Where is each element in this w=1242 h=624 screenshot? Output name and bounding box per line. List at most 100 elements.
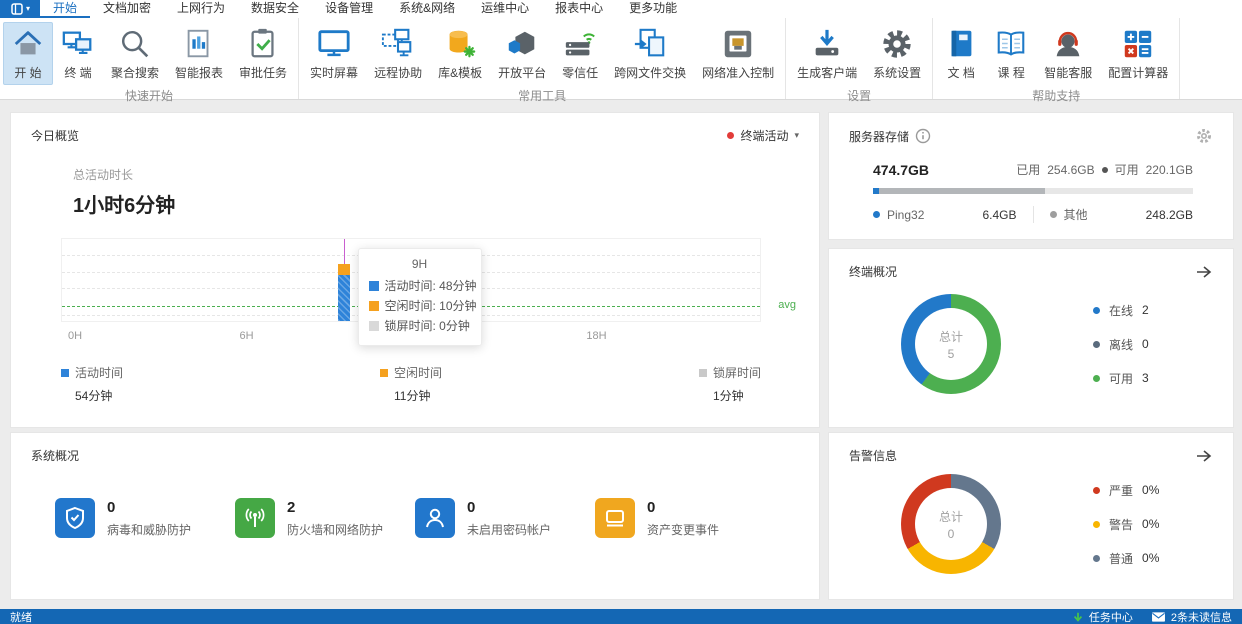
terminal-legend-available: 可用 3 bbox=[1093, 370, 1149, 387]
stat-firewall-network-value: 2 bbox=[287, 499, 383, 516]
ribbon-realtime-screen-button[interactable]: 实时屏幕 bbox=[302, 22, 366, 85]
stat-password-accounts[interactable]: 0 未启用密码帐户 bbox=[415, 498, 595, 538]
tooltip-title: 9H bbox=[369, 257, 471, 271]
ribbon-library-template-button[interactable]: 库&模板 bbox=[430, 22, 490, 85]
ping32-dot-icon bbox=[873, 211, 880, 218]
right-column: 服务器存储 474.7GB 已用 254.6GB 可用 bbox=[828, 112, 1234, 600]
locked-time-swatch bbox=[369, 321, 379, 331]
alerts-legend-critical: 严重 0% bbox=[1093, 482, 1159, 499]
alerts-donut-center: 总计 0 bbox=[915, 488, 987, 560]
approval-icon bbox=[246, 27, 280, 61]
stat-asset-change-label: 资产变更事件 bbox=[647, 521, 719, 538]
terminal-activity-dropdown-label: 终端活动 bbox=[740, 127, 788, 144]
terminal-legend: 在线 2 离线 0 可用 3 bbox=[1093, 302, 1149, 387]
arrow-right-icon[interactable] bbox=[1195, 265, 1213, 279]
ribbon-docs-button[interactable]: 文 档 bbox=[936, 22, 986, 85]
ribbon-calculator-label: 配置计算器 bbox=[1108, 64, 1168, 81]
storage-segment-other-used bbox=[879, 188, 1044, 194]
storage-segment-free bbox=[1045, 188, 1194, 194]
menu-item-system-network[interactable]: 系统&网络 bbox=[386, 0, 468, 18]
menu-item-ops-center[interactable]: 运维中心 bbox=[468, 0, 542, 18]
storage-item-ping32-value: 6.4GB bbox=[982, 208, 1016, 222]
docs-icon bbox=[944, 27, 978, 61]
storage-item-ping32: Ping32 6.4GB bbox=[873, 206, 1017, 223]
warning-dot-icon bbox=[1093, 521, 1100, 528]
stat-firewall-network[interactable]: 2 防火墙和网络防护 bbox=[235, 498, 415, 538]
task-center-button[interactable]: 任务中心 bbox=[1072, 609, 1133, 624]
legend-toggle-locked[interactable]: 锁屏时间 bbox=[699, 364, 761, 381]
ribbon-approval-tasks-button[interactable]: 审批任务 bbox=[231, 22, 295, 85]
ribbon-calculator-button[interactable]: 配置计算器 bbox=[1100, 22, 1176, 85]
ribbon-support-button[interactable]: 智能客服 bbox=[1036, 22, 1100, 85]
stat-virus-threat[interactable]: 0 病毒和威胁防护 bbox=[55, 498, 235, 538]
online-dot-icon bbox=[1093, 307, 1100, 314]
ribbon-terminal-button[interactable]: 终 端 bbox=[53, 22, 103, 85]
tooltip-row-active-text: 活动时间: 48分钟 bbox=[385, 276, 477, 296]
storage-breakdown: Ping32 6.4GB 其他 248.2GB bbox=[873, 206, 1193, 223]
storage-total: 474.7GB bbox=[873, 162, 929, 178]
stat-asset-change[interactable]: 0 资产变更事件 bbox=[595, 498, 775, 538]
stat-asset-change-value: 0 bbox=[647, 499, 719, 516]
generate-client-icon bbox=[810, 27, 844, 61]
storage-progress-bar bbox=[873, 188, 1193, 194]
calculator-icon bbox=[1121, 27, 1155, 61]
gear-icon[interactable] bbox=[1195, 127, 1213, 145]
ribbon-generate-client-button[interactable]: 生成客户端 bbox=[789, 22, 865, 85]
terminal-available-label: 可用 bbox=[1109, 370, 1133, 387]
red-dot-icon bbox=[727, 132, 734, 139]
ribbon-generate-client-label: 生成客户端 bbox=[797, 64, 857, 81]
arrow-right-icon[interactable] bbox=[1195, 449, 1213, 463]
ribbon-smart-report-button[interactable]: 智能报表 bbox=[167, 22, 231, 85]
terminal-legend-offline: 离线 0 bbox=[1093, 336, 1149, 353]
app-logo-button[interactable]: ▾ bbox=[0, 0, 40, 18]
menu-item-doc-encryption[interactable]: 文档加密 bbox=[90, 0, 164, 18]
ribbon-system-settings-button[interactable]: 系统设置 bbox=[865, 22, 929, 85]
alerts-total-value: 0 bbox=[948, 527, 955, 541]
ribbon-network-access-button[interactable]: 网络准入控制 bbox=[694, 22, 782, 85]
asset-icon bbox=[595, 498, 635, 538]
critical-dot-icon bbox=[1093, 487, 1100, 494]
terminal-overview-title: 终端概况 bbox=[849, 263, 897, 280]
ribbon-zero-trust-button[interactable]: 零信任 bbox=[554, 22, 606, 85]
chart-tooltip: 9H 活动时间: 48分钟 空闲时间: 10分钟 锁屏时间: 0分钟 bbox=[358, 248, 482, 346]
ribbon-remote-assist-button[interactable]: 远程协助 bbox=[366, 22, 430, 85]
legend-toggle-idle[interactable]: 空闲时间 bbox=[380, 364, 442, 381]
ribbon-start-button[interactable]: 开 始 bbox=[3, 22, 53, 85]
menu-item-data-security[interactable]: 数据安全 bbox=[238, 0, 312, 18]
normal-dot-icon bbox=[1093, 555, 1100, 562]
idle-time-segment bbox=[338, 264, 350, 275]
terminal-legend-online: 在线 2 bbox=[1093, 302, 1149, 319]
alerts-legend-normal: 普通 0% bbox=[1093, 550, 1159, 567]
terminal-activity-dropdown[interactable]: 终端活动 ▾ bbox=[727, 127, 799, 144]
logo-caret-icon: ▾ bbox=[26, 5, 30, 13]
stat-firewall-network-label: 防火墙和网络防护 bbox=[287, 521, 383, 538]
menu-item-report-center[interactable]: 报表中心 bbox=[542, 0, 616, 18]
menu-item-more-features[interactable]: 更多功能 bbox=[616, 0, 690, 18]
ribbon-zero-trust-label: 零信任 bbox=[562, 64, 598, 81]
ribbon-file-exchange-button[interactable]: 跨网文件交换 bbox=[606, 22, 694, 85]
menu-item-device-management[interactable]: 设备管理 bbox=[312, 0, 386, 18]
ribbon-terminal-label: 终 端 bbox=[64, 64, 91, 81]
statusbar: 就绪 任务中心 2条未读信息 bbox=[0, 609, 1242, 624]
unread-messages-label: 2条未读信息 bbox=[1171, 609, 1232, 624]
info-icon[interactable] bbox=[915, 128, 931, 144]
legend-toggle-active[interactable]: 活动时间 bbox=[61, 364, 123, 381]
today-overview-panel: 今日概览 终端活动 ▾ 总活动时长 1小时6分钟 avg bbox=[10, 112, 820, 428]
stacked-bar-9h[interactable] bbox=[338, 264, 350, 321]
dashboard-content: 今日概览 终端活动 ▾ 总活动时长 1小时6分钟 avg bbox=[0, 100, 1242, 609]
ribbon-aggregate-search-button[interactable]: 聚合搜索 bbox=[103, 22, 167, 85]
active-legend-swatch bbox=[61, 369, 69, 377]
ribbon-open-platform-button[interactable]: 开放平台 bbox=[490, 22, 554, 85]
ribbon-file-exchange-label: 跨网文件交换 bbox=[614, 64, 686, 81]
legend-item-locked: 锁屏时间 1分钟 bbox=[699, 364, 761, 404]
x-tick-0h: 0H bbox=[68, 330, 82, 342]
open-platform-icon bbox=[505, 27, 539, 61]
terminal-donut-center: 总计 5 bbox=[915, 308, 987, 380]
menu-item-web-behavior[interactable]: 上网行为 bbox=[164, 0, 238, 18]
support-icon bbox=[1051, 27, 1085, 61]
legend-label-locked: 锁屏时间 bbox=[713, 364, 761, 381]
unread-messages-button[interactable]: 2条未读信息 bbox=[1151, 609, 1232, 624]
menu-item-start[interactable]: 开始 bbox=[40, 0, 90, 18]
average-line-label: avg bbox=[778, 299, 796, 311]
ribbon-courses-button[interactable]: 课 程 bbox=[986, 22, 1036, 85]
